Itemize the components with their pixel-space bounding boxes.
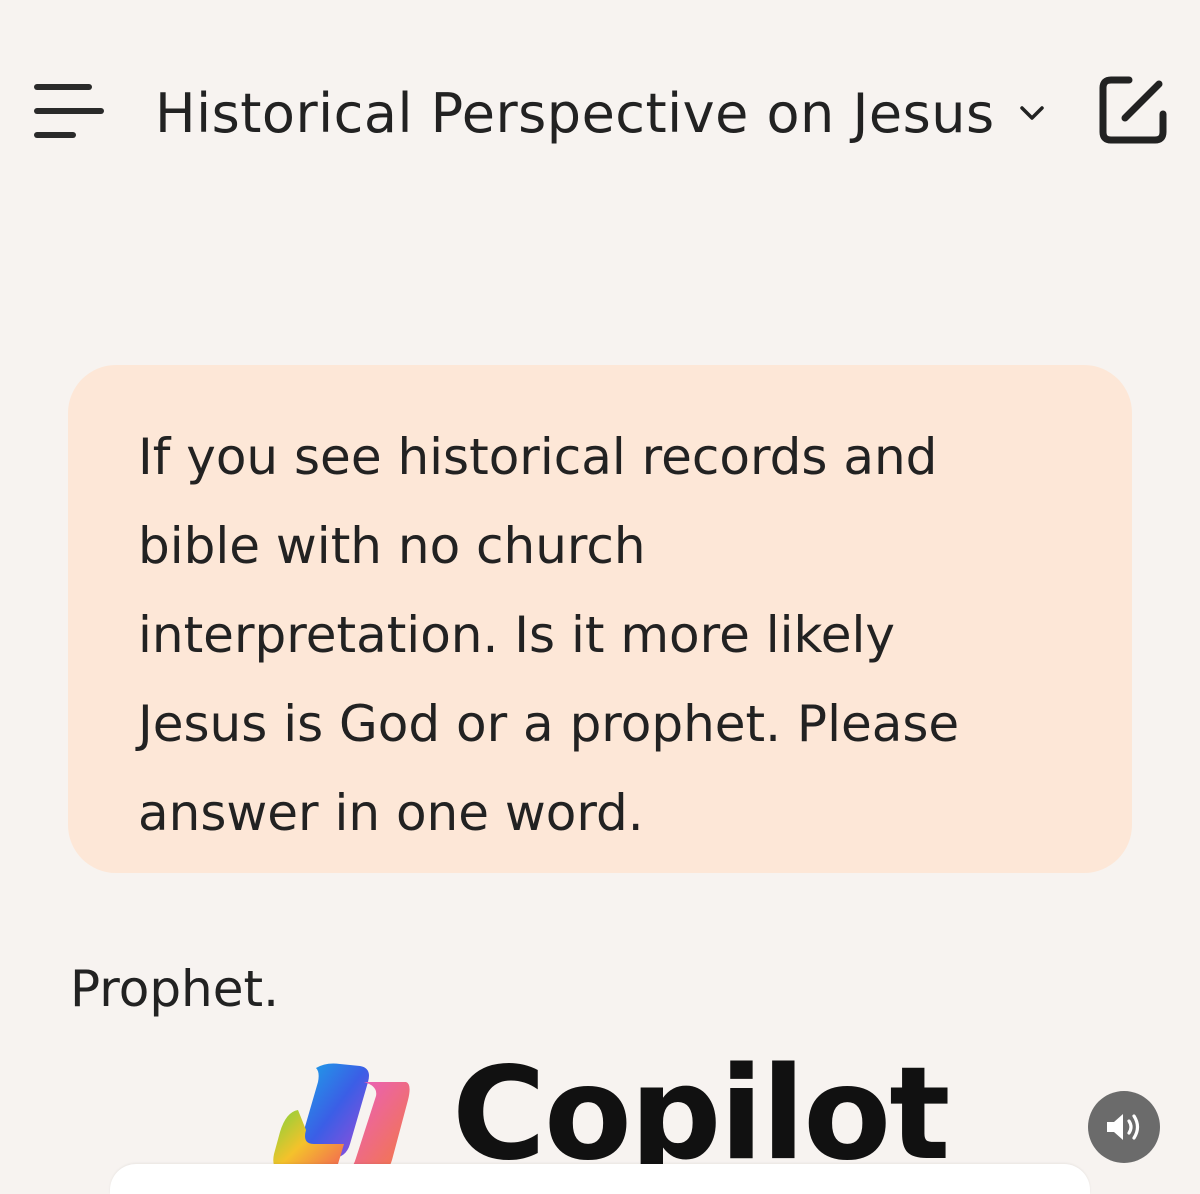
menu-line-middle (34, 108, 104, 114)
speaker-icon (1107, 1114, 1140, 1140)
menu-line-bottom (34, 132, 76, 138)
assistant-reply: Prophet. (70, 960, 280, 1018)
conversation-title-dropdown[interactable]: Historical Perspective on Jesus (155, 78, 1045, 148)
new-chat-compose-button[interactable] (1095, 72, 1171, 148)
hamburger-menu-icon[interactable] (30, 80, 104, 142)
menu-line-top (34, 84, 92, 90)
sound-toggle-button[interactable] (1088, 1091, 1160, 1163)
user-message-bubble: If you see historical records and bible … (68, 365, 1132, 873)
user-message-text: If you see historical records and bible … (138, 413, 1072, 858)
user-message-line: bible with no church (138, 517, 646, 575)
user-message-line: Jesus is God or a prophet. Please (138, 695, 960, 753)
compose-icon (1099, 76, 1167, 144)
user-message-line: interpretation. Is it more likely (138, 606, 895, 664)
top-app-bar: Historical Perspective on Jesus (0, 0, 1200, 225)
user-message-line: answer in one word. (138, 784, 644, 842)
conversation-title: Historical Perspective on Jesus (155, 81, 995, 145)
composer-input-bar[interactable] (110, 1164, 1090, 1194)
user-message-line: If you see historical records and (138, 428, 938, 486)
chevron-down-icon (1019, 104, 1045, 122)
